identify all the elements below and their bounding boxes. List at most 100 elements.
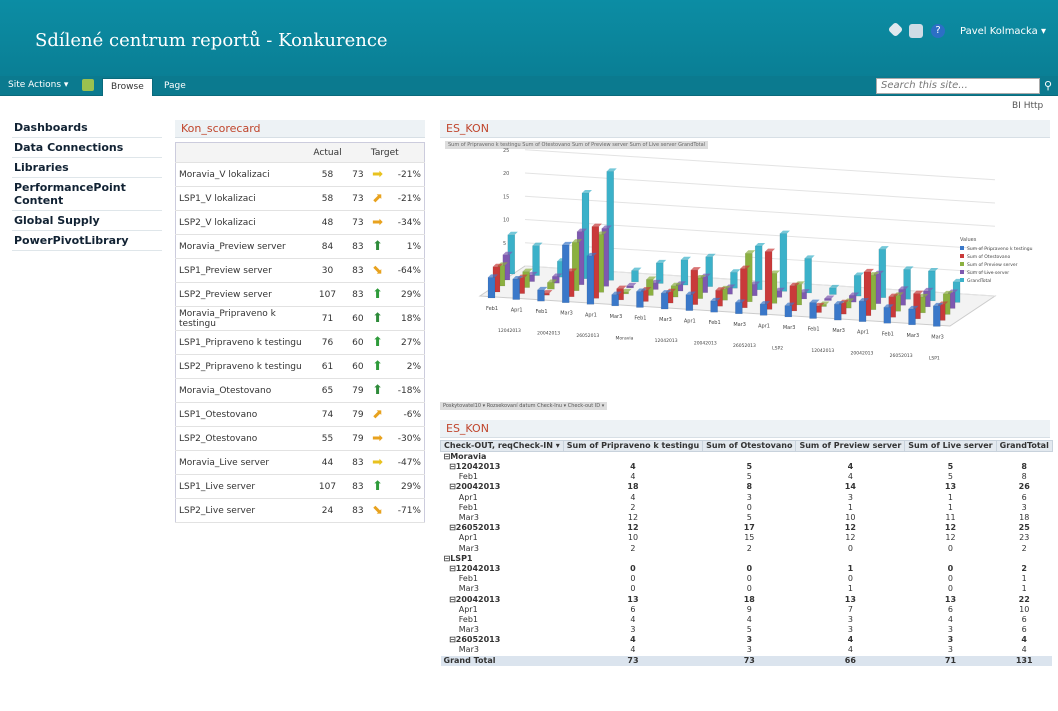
nav-item-performancepoint-content[interactable]: PerformancePoint Content — [12, 178, 162, 211]
pivot-cell: 18 — [743, 594, 755, 604]
kpi-target: 60 — [345, 306, 367, 331]
bar — [710, 300, 718, 313]
kpi-name: LSP2_Pripraveno k testingu — [175, 354, 310, 379]
legend-swatch — [960, 254, 964, 258]
nav-item-powerpivotlibrary[interactable]: PowerPivotLibrary — [12, 231, 162, 251]
arrow-up-icon: ⬆ — [372, 335, 384, 350]
pivot-row[interactable]: ⊟20042013 13 18 13 13 22 — [441, 594, 1053, 604]
scorecard-row[interactable]: LSP2_Preview server 107 83 ⬆ 29% — [175, 282, 425, 307]
pivot-cell: 6 — [1021, 625, 1027, 635]
pivot-cell: 4 — [847, 472, 853, 482]
bar-top — [765, 248, 776, 252]
pivot-row: Mar3 2 2 0 0 2 — [441, 544, 1053, 554]
scorecard-row[interactable]: LSP1_Otestovano 74 79 ⬈ -6% — [175, 402, 425, 427]
bi-link[interactable]: BI Http — [1012, 101, 1043, 111]
bar — [824, 298, 832, 301]
tab-browse[interactable]: Browse — [102, 78, 153, 96]
scorecard-row[interactable]: Moravia_Pripraveno k testingu 71 60 ⬆ 18% — [175, 306, 425, 331]
bar — [804, 258, 812, 294]
chart-filters[interactable]: Poskytovatel10 ▾ Rozsekovaní datum Check… — [440, 402, 608, 410]
scorecard-row[interactable]: LSP2_Pripraveno k testingu 61 60 ⬆ 2% — [175, 354, 425, 379]
scorecard-row[interactable]: Moravia_V lokalizaci 58 73 ➡ -21% — [175, 162, 425, 187]
nav-item-libraries[interactable]: Libraries — [12, 158, 162, 178]
pivot-cell: 66 — [795, 655, 905, 666]
header-icons: ? — [887, 21, 945, 38]
pivot-row-label: Feb1 — [443, 472, 479, 482]
pivot-cell: 26 — [1018, 482, 1030, 492]
tag-icon[interactable] — [887, 21, 904, 38]
es-kon-chart[interactable]: 0510152025Feb1Apr1Feb1Mar3Apr1Mar3Feb1Ma… — [440, 136, 1050, 411]
pivot-cell: 13 — [627, 594, 639, 604]
notes-icon[interactable] — [909, 24, 923, 38]
pivot-cell: 3 — [746, 635, 753, 645]
nav-item-dashboards[interactable]: Dashboards — [12, 118, 162, 138]
help-icon[interactable]: ? — [931, 24, 945, 38]
pivot-cell: 25 — [1018, 523, 1030, 533]
pivot-row[interactable]: ⊟LSP1 — [441, 554, 1053, 564]
pivot-cell: 3 — [746, 492, 752, 502]
nav-item-data-connections[interactable]: Data Connections — [12, 138, 162, 158]
user-menu[interactable]: Pavel Kolmacka ▾ — [960, 26, 1046, 37]
bar-top — [854, 272, 865, 276]
pivot-cell: 3 — [947, 635, 954, 645]
kpi-indicator: ⬊ — [366, 258, 389, 283]
pivot-row[interactable]: ⊟26052013 12 17 12 12 25 — [441, 523, 1053, 533]
scorecard-row[interactable]: LSP1_V lokalizaci 58 73 ⬈ -21% — [175, 186, 425, 211]
kpi-target: 73 — [345, 162, 367, 187]
bar — [834, 303, 842, 321]
arrow-right-icon: ➡ — [372, 431, 384, 446]
kpi-variance: -34% — [388, 210, 425, 235]
kpi-name: Moravia_Pripraveno k testingu — [175, 306, 310, 331]
bar — [858, 300, 867, 322]
scorecard-row[interactable]: LSP2_Live server 24 83 ⬊ -71% — [175, 498, 425, 523]
nav-item-global-supply[interactable]: Global Supply — [12, 211, 162, 231]
pivot-row[interactable]: ⊟Moravia — [441, 452, 1053, 463]
pivot-cell: 8 — [1021, 462, 1027, 472]
kpi-name: Moravia_Live server — [175, 450, 310, 475]
pivot-cell: 4 — [947, 614, 953, 624]
pivot-row[interactable]: ⊟12042013 0 0 1 0 2 — [441, 564, 1053, 574]
pivot-row: Feb1 2 0 1 1 3 — [441, 503, 1053, 513]
scorecard-row[interactable]: LSP1_Pripraveno k testingu 76 60 ⬆ 27% — [175, 330, 425, 355]
scorecard-row[interactable]: LSP1_Preview server 30 83 ⬊ -64% — [175, 258, 425, 283]
gridline — [524, 195, 996, 227]
pivot-cell: 0 — [947, 563, 954, 573]
scorecard-row[interactable]: LSP1_Live server 107 83 ⬆ 29% — [175, 474, 425, 499]
search-input[interactable]: Search this site... — [876, 78, 1040, 94]
kpi-target: 83 — [345, 450, 367, 475]
arrow-up-right-icon: ⬈ — [372, 407, 384, 422]
kpi-variance: -21% — [388, 186, 425, 211]
y-tick-label: 10 — [503, 218, 509, 224]
pivot-row-label: Feb1 — [443, 574, 479, 584]
scorecard-row[interactable]: Moravia_Preview server 84 83 ⬆ 1% — [175, 234, 425, 259]
pivot-cell: 2 — [1021, 563, 1027, 573]
pivot-row-label: Mar3 — [443, 645, 479, 655]
pivot-row[interactable]: ⊟12042013 4 5 4 5 8 — [441, 462, 1053, 472]
search-icon[interactable]: ⚲ — [1044, 79, 1052, 92]
pivot-row[interactable]: ⊟20042013 18 8 14 13 26 — [441, 482, 1053, 492]
pivot-cell: 18 — [627, 482, 639, 492]
bar — [636, 291, 644, 308]
kpi-indicator: ⬆ — [366, 234, 389, 259]
arrow-down-right-icon: ⬊ — [372, 503, 384, 518]
scorecard-row[interactable]: Moravia_Otestovano 65 79 ⬆ -18% — [175, 378, 425, 403]
bar-top — [606, 168, 617, 172]
pivot-row-filter[interactable]: Check-OUT, reqCheck-IN ▾ — [440, 440, 564, 452]
pivot-row[interactable]: ⊟26052013 4 3 4 3 4 — [441, 635, 1053, 645]
x-group-label: LSP1 — [929, 356, 940, 362]
scorecard-row[interactable]: LSP2_Otestovano 55 79 ➡ -30% — [175, 426, 425, 451]
scorecard-row[interactable]: LSP2_V lokalizaci 48 73 ➡ -34% — [175, 210, 425, 235]
pivot-cell: 7 — [847, 604, 853, 614]
pivot-row: Feb1 0 0 0 0 1 — [441, 574, 1053, 584]
tab-page[interactable]: Page — [156, 78, 194, 96]
bar — [512, 278, 520, 300]
scorecard-row[interactable]: Moravia_Live server 44 83 ➡ -47% — [175, 450, 425, 475]
pivot-col-header: Sum of Preview server — [795, 440, 906, 452]
x-tick-label: Mar3 — [733, 322, 746, 328]
kpi-actual: 58 — [309, 186, 346, 211]
kpi-variance: -18% — [388, 378, 425, 403]
pivot-cell: 10 — [845, 513, 856, 523]
site-actions-menu[interactable]: Site Actions ▾ — [8, 80, 68, 90]
site-title[interactable]: Sdílené centrum reportů - Konkurence — [35, 30, 388, 51]
edit-page-icon[interactable] — [82, 79, 94, 91]
